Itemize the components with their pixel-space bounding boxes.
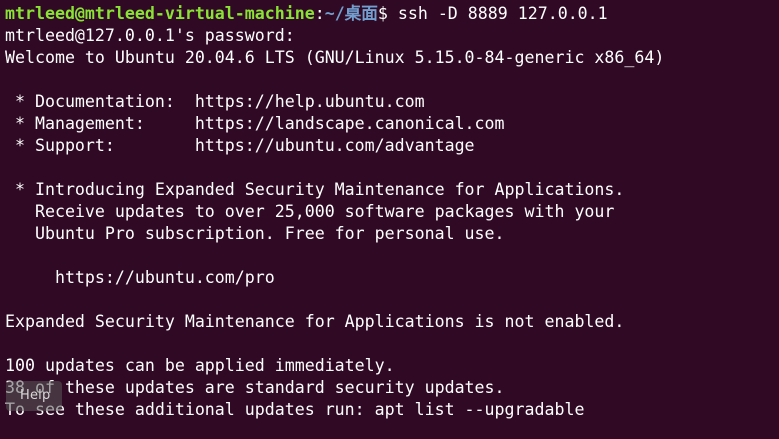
output-line-esm-intro: * Introducing Expanded Security Maintena… (5, 180, 625, 199)
prompt-command: ssh -D 8889 127.0.0.1 (397, 4, 608, 23)
output-line-blank (5, 245, 779, 267)
output-line-password: mtrleed@127.0.0.1's password: (5, 26, 295, 45)
output-line-security-updates: 38 of these updates are standard securit… (5, 378, 505, 397)
output-line-management: * Management: https://landscape.canonica… (5, 114, 505, 133)
prompt-user-host: mtrleed@mtrleed-virtual-machine (5, 4, 315, 23)
output-line-documentation: * Documentation: https://help.ubuntu.com (5, 92, 425, 111)
prompt-path: ~/桌面 (324, 4, 378, 23)
output-line-blank (5, 69, 779, 91)
output-line-blank (5, 289, 779, 311)
output-line-blank (5, 157, 779, 179)
output-line-esm-receive: Receive updates to over 25,000 software … (5, 202, 615, 221)
prompt-symbol: $ (377, 4, 398, 23)
output-line-updates-count: 100 updates can be applied immediately. (5, 356, 395, 375)
output-line-apt-hint: To see these additional updates run: apt… (5, 400, 585, 419)
prompt-colon: : (314, 4, 325, 23)
terminal-window[interactable]: mtrleed@mtrleed-virtual-machine:~/桌面$ ss… (0, 0, 779, 439)
output-line-blank (5, 333, 779, 355)
output-line-esm-pro: Ubuntu Pro subscription. Free for person… (5, 224, 505, 243)
output-line-esm-disabled: Expanded Security Maintenance for Applic… (5, 312, 625, 331)
prompt-line: mtrleed@mtrleed-virtual-machine:~/桌面$ ss… (5, 3, 779, 25)
output-line-welcome: Welcome to Ubuntu 20.04.6 LTS (GNU/Linux… (5, 48, 665, 67)
output-line-support: * Support: https://ubuntu.com/advantage (5, 136, 475, 155)
output-line-pro-url: https://ubuntu.com/pro (5, 268, 275, 287)
help-tooltip: Help (6, 381, 62, 411)
